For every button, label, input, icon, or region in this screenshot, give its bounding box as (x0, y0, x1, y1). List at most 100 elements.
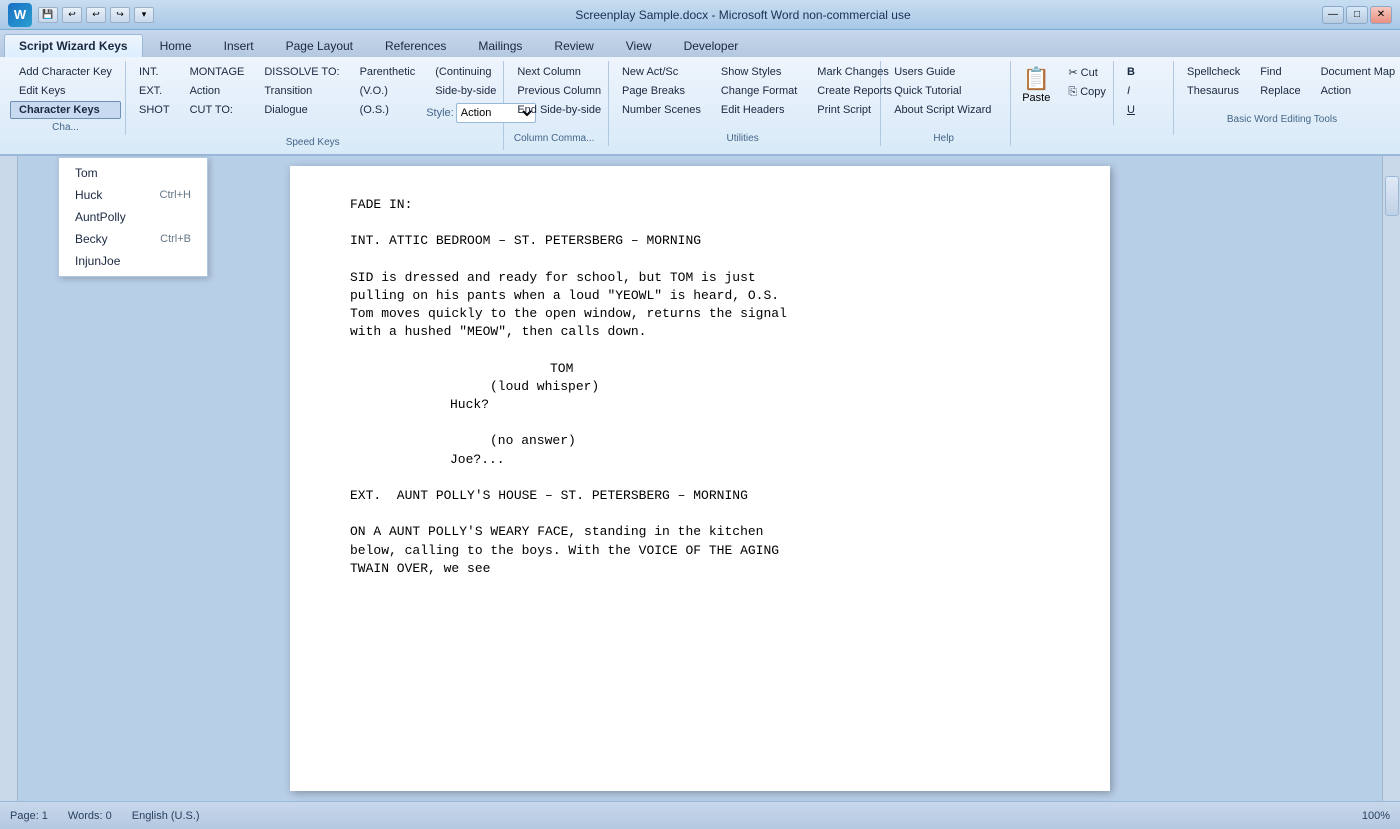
action-btn[interactable]: Action (181, 82, 254, 100)
dropdown-item-huck-label: Huck (75, 188, 102, 202)
dropdown-item-auntpolly[interactable]: AuntPolly (59, 206, 207, 228)
transition-btn[interactable]: Transition (255, 82, 348, 100)
dropdown-item-becky[interactable]: Becky Ctrl+B (59, 228, 207, 250)
status-zoom: 100% (1362, 810, 1390, 822)
change-format-btn[interactable]: Change Format (712, 82, 806, 100)
dropdown-item-huck[interactable]: Huck Ctrl+H (59, 184, 207, 206)
add-character-key-btn[interactable]: Add Character Key (10, 63, 121, 81)
shot-btn[interactable]: SHOT (130, 101, 179, 119)
cut-btn[interactable]: ✂ Cut (1059, 63, 1115, 82)
action-word-btn[interactable]: Action (1312, 82, 1400, 100)
spellcheck-btn[interactable]: Spellcheck (1178, 63, 1249, 81)
bold-btn[interactable]: B (1118, 63, 1144, 81)
users-guide-btn[interactable]: Users Guide (885, 63, 1000, 81)
window-title: Screenplay Sample.docx - Microsoft Word … (164, 8, 1322, 22)
doc-line-action3: Tom moves quickly to the open window, re… (350, 305, 1050, 323)
character-keys-dropdown: Tom Huck Ctrl+H AuntPolly Becky Ctrl+B I… (58, 157, 208, 277)
minimize-btn[interactable]: — (1322, 6, 1344, 24)
doc-line-blank4 (350, 414, 1050, 432)
underline-btn[interactable]: U (1118, 101, 1144, 119)
page-breaks-btn[interactable]: Page Breaks (613, 82, 710, 100)
doc-line-char1: TOM (350, 360, 1050, 378)
maximize-btn[interactable]: □ (1346, 6, 1368, 24)
more-btn[interactable]: ▾ (134, 7, 154, 23)
char-keys-buttons: Add Character Key Edit Keys Character Ke… (10, 63, 121, 119)
doc-line-paren2: (no answer) (350, 432, 1050, 450)
ribbon-tabs: Script Wizard Keys Home Insert Page Layo… (0, 30, 1400, 57)
word-editing-label: Basic Word Editing Tools (1178, 114, 1386, 125)
dissolve-to-btn[interactable]: DISSOLVE TO: (255, 63, 348, 81)
cut-to-btn[interactable]: CUT TO: (181, 101, 254, 119)
save-btn[interactable]: 💾 (38, 7, 58, 23)
find-btn[interactable]: Find (1251, 63, 1309, 81)
tab-insert[interactable]: Insert (209, 34, 269, 57)
status-language: English (U.S.) (132, 810, 200, 822)
tab-view[interactable]: View (611, 34, 667, 57)
ext-btn[interactable]: EXT. (130, 82, 179, 100)
undo-btn[interactable]: ↩ (62, 7, 82, 23)
montage-btn[interactable]: MONTAGE (181, 63, 254, 81)
doc-line-blank6 (350, 505, 1050, 523)
parenthetic-btn[interactable]: Parenthetic (351, 63, 425, 81)
tab-review[interactable]: Review (539, 34, 608, 57)
thesaurus-btn[interactable]: Thesaurus (1178, 82, 1249, 100)
dropdown-item-injunjoe[interactable]: InjunJoe (59, 250, 207, 272)
tab-home[interactable]: Home (145, 34, 207, 57)
ribbon-group-speed-keys: INT. EXT. SHOT MONTAGE Action CUT TO: DI… (126, 61, 504, 150)
dialogue-btn[interactable]: Dialogue (255, 101, 348, 119)
doc-line-blank1 (350, 214, 1050, 232)
about-script-wizard-btn[interactable]: About Script Wizard (885, 101, 1000, 119)
dropdown-item-auntpolly-label: AuntPolly (75, 210, 126, 224)
tab-page-layout[interactable]: Page Layout (271, 34, 368, 57)
scroll-bar[interactable] (1382, 156, 1400, 801)
italic-btn[interactable]: I (1118, 82, 1144, 100)
edit-headers-btn[interactable]: Edit Headers (712, 101, 806, 119)
new-act-sc-btn[interactable]: New Act/Sc (613, 63, 710, 81)
scroll-thumb[interactable] (1385, 176, 1399, 216)
undo2-btn[interactable]: ↩ (86, 7, 106, 23)
ribbon-group-column: Next Column Previous Column End Side-by-… (504, 61, 609, 146)
cut-icon: ✂ (1068, 67, 1077, 79)
doc-line-blank5 (350, 469, 1050, 487)
redo-btn[interactable]: ↪ (110, 7, 130, 23)
ribbon-group-word-editing: Spellcheck Thesaurus Find Replace Docume… (1174, 61, 1394, 127)
edit-keys-btn[interactable]: Edit Keys (10, 82, 121, 100)
tab-references[interactable]: References (370, 34, 461, 57)
doc-line-action4: with a hushed "MEOW", then calls down. (350, 323, 1050, 341)
window-controls: — □ ✕ (1322, 6, 1392, 24)
document-page[interactable]: FADE IN: INT. ATTIC BEDROOM – ST. PETERS… (290, 166, 1110, 791)
tab-script-wizard-keys[interactable]: Script Wizard Keys (4, 34, 143, 57)
doc-line-action6: below, calling to the boys. With the VOI… (350, 542, 1050, 560)
paste-btn[interactable]: 📋 Paste (1015, 63, 1057, 107)
ribbon: Script Wizard Keys Home Insert Page Layo… (0, 30, 1400, 156)
os-btn[interactable]: (O.S.) (351, 101, 425, 119)
quick-access-toolbar: 💾 ↩ ↩ ↪ ▾ (38, 7, 154, 23)
prev-column-btn[interactable]: Previous Column (508, 82, 610, 100)
copy-btn[interactable]: ⎘ Copy (1059, 83, 1115, 102)
tab-mailings[interactable]: Mailings (463, 34, 537, 57)
doc-line-action2: pulling on his pants when a loud "YEOWL"… (350, 287, 1050, 305)
dropdown-item-tom[interactable]: Tom (59, 162, 207, 184)
number-scenes-btn[interactable]: Number Scenes (613, 101, 710, 119)
status-page: Page: 1 (10, 810, 48, 822)
vo-btn[interactable]: (V.O.) (351, 82, 425, 100)
show-styles-btn[interactable]: Show Styles (712, 63, 806, 81)
tab-developer[interactable]: Developer (669, 34, 754, 57)
next-column-btn[interactable]: Next Column (508, 63, 610, 81)
paste-label: Paste (1022, 92, 1050, 104)
int-btn[interactable]: INT. (130, 63, 179, 81)
document-scroll[interactable]: FADE IN: INT. ATTIC BEDROOM – ST. PETERS… (18, 156, 1382, 801)
character-keys-btn[interactable]: Character Keys (10, 101, 121, 119)
quick-tutorial-btn[interactable]: Quick Tutorial (885, 82, 1000, 100)
doc-line-action5: ON A AUNT POLLY'S WEARY FACE, standing i… (350, 523, 1050, 541)
doc-line-blank3 (350, 342, 1050, 360)
close-btn[interactable]: ✕ (1370, 6, 1392, 24)
dropdown-item-huck-shortcut: Ctrl+H (160, 189, 191, 201)
speed-keys-label: Speed Keys (130, 137, 495, 148)
dropdown-item-tom-label: Tom (75, 166, 98, 180)
replace-btn[interactable]: Replace (1251, 82, 1309, 100)
document-map-btn[interactable]: Document Map (1312, 63, 1400, 81)
end-side-by-side-btn[interactable]: End Side-by-side (508, 101, 610, 119)
utilities-label: Utilities (613, 133, 872, 144)
doc-line-int1: INT. ATTIC BEDROOM – ST. PETERSBERG – MO… (350, 232, 1050, 250)
